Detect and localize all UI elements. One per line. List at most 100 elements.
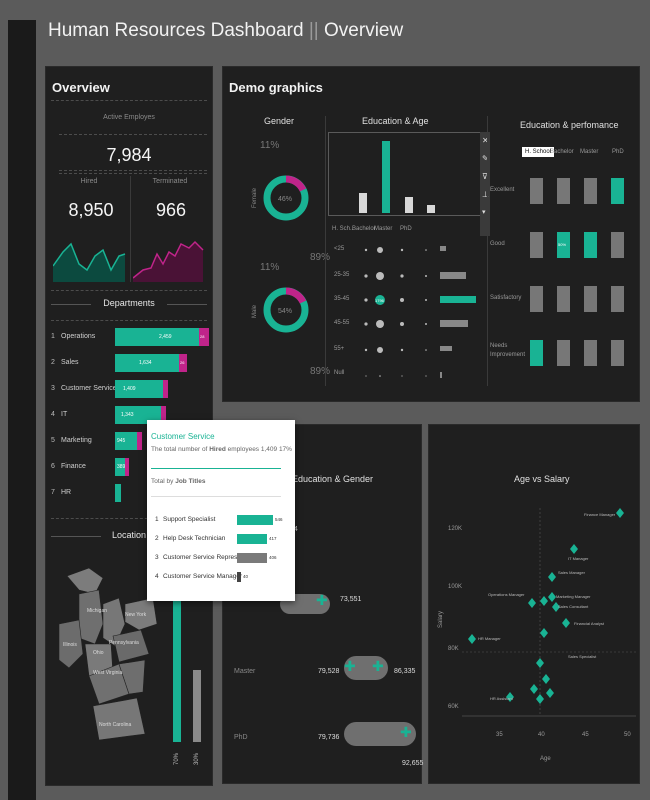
department-rank: 3 <box>51 385 55 392</box>
dumbbell-marker-2a: ✚ <box>344 658 356 674</box>
page-title: Human Resources Dashboard || Overview <box>48 20 404 41</box>
edu-perf-cell[interactable] <box>584 232 597 258</box>
tooltip-job-value: 40 <box>243 574 249 579</box>
edu-age-column-label: Bachelor <box>352 226 376 232</box>
female-right-pct: 89% <box>310 252 330 263</box>
edu-perf-cell[interactable] <box>530 286 543 312</box>
edu-perf-row-label: Needs Improvement <box>490 343 526 358</box>
demographics-title: Demo graphics <box>229 80 323 95</box>
hired-label: Hired <box>80 178 98 185</box>
edu-perf-row-label: Satisfactory <box>490 295 522 301</box>
edu-perf-cell[interactable] <box>584 178 597 204</box>
tooltip-subtitle: Total by Job Titles <box>151 478 206 485</box>
education-age-title: Education & Age <box>362 116 429 126</box>
edu-perf-cell[interactable] <box>557 340 570 366</box>
edu-perf-cell[interactable] <box>530 178 543 204</box>
department-rank: 2 <box>51 359 55 366</box>
x-axis-label: Age <box>540 756 551 762</box>
department-tooltip: Customer Service The total number of Hir… <box>147 420 295 601</box>
edu-perf-cell[interactable] <box>611 178 624 204</box>
department-name: Finance <box>61 463 86 470</box>
label-hr-manager: HR Manager <box>478 636 501 641</box>
department-value: 945 <box>117 438 126 444</box>
tooltip-job-value: 406 <box>269 555 277 560</box>
department-row[interactable]: 1 Operations 2,459 28 <box>51 328 211 346</box>
edu-gender-row2-left: 79,528 <box>318 668 340 675</box>
edu-perf-tab[interactable]: Bachelor <box>550 149 574 155</box>
edu-perf-cell[interactable] <box>530 232 543 258</box>
label-it-manager: IT Manager <box>568 556 589 561</box>
more-icon[interactable]: ▾ <box>482 208 486 216</box>
edu-age-row-label: 25-35 <box>334 272 350 278</box>
tooltip-job-row: 4 Customer Service Manager 40 <box>155 571 291 583</box>
active-employees-label: Active Employes <box>103 114 155 121</box>
y-tick-80k: 80K <box>448 646 459 652</box>
edu-perf-cell[interactable] <box>584 286 597 312</box>
location-map: Michigan New York Illinois Ohio Pennsylv… <box>59 567 158 741</box>
tooltip-job-value: 417 <box>269 536 277 541</box>
hired-value: 8,950 <box>68 200 114 220</box>
department-rank: 5 <box>51 437 55 444</box>
edu-perf-cell[interactable] <box>557 286 570 312</box>
education-age-dot-matrix: 1796 <box>364 246 476 378</box>
department-value: 2,459 <box>159 334 172 340</box>
tooltip-job-bar <box>237 553 267 563</box>
edu-gender-row3-label: PhD <box>234 734 248 741</box>
tooltip-job-value: 546 <box>275 517 283 522</box>
edu-perf-cell[interactable] <box>584 340 597 366</box>
edu-age-column-label: H. Sch.. <box>332 226 354 232</box>
edu-perf-tab[interactable]: Master <box>580 149 598 155</box>
y-tick-120k: 120K <box>448 526 462 532</box>
male-center-pct: 54% <box>278 308 292 315</box>
department-row[interactable]: 3 Customer Service 1,409 <box>51 380 211 398</box>
tooltip-title: Customer Service <box>151 432 215 441</box>
department-name: Marketing <box>61 437 92 444</box>
department-terminated-value: 28 <box>200 334 205 339</box>
label-sales-specialist: Sales Specialist <box>568 654 597 659</box>
label-marketing-manager: Marketing Manager <box>556 594 591 599</box>
education-age-bar-chart[interactable] <box>328 132 482 216</box>
female-axis-label: Female <box>252 187 258 208</box>
x-tick-50: 50 <box>624 732 631 738</box>
department-name: IT <box>61 411 68 418</box>
overview-title: Overview <box>52 80 110 95</box>
edu-perf-cell[interactable] <box>611 232 624 258</box>
edu-perf-cell[interactable] <box>611 340 624 366</box>
tooltip-job-row: 2 Help Desk Technician 417 <box>155 533 291 545</box>
department-name: Customer Service <box>61 385 117 392</box>
age-salary-panel: Age vs Salary 120K 100K 80K 60K 35 40 45… <box>428 424 640 784</box>
tooltip-job-bar <box>237 572 241 582</box>
tooltip-job-name: Help Desk Technician <box>163 535 226 542</box>
female-center-pct: 46% <box>278 196 292 203</box>
tooltip-job-rank: 2 <box>155 535 159 542</box>
location-bar-2-label: 30% <box>194 752 201 766</box>
department-name: HR <box>61 489 72 496</box>
edu-perf-cell[interactable] <box>611 286 624 312</box>
dumbbell-marker-3: ✚ <box>400 724 412 740</box>
terminated-label: Terminated <box>152 178 188 185</box>
y-tick-100k: 100K <box>448 584 462 590</box>
edu-perf-cell-value: 50% <box>558 242 567 247</box>
edu-perf-cell[interactable]: 50% <box>557 232 570 258</box>
department-row[interactable]: 2 Sales 1,634 26 <box>51 354 211 372</box>
edu-perf-tab[interactable]: PhD <box>612 149 624 155</box>
age-salary-scatter: 120K 100K 80K 60K 35 40 45 50 Age Salary <box>438 508 636 762</box>
map-label-pennsylvania: Pennsylvania <box>109 640 139 646</box>
education-gender-title: Education & Gender <box>292 474 374 484</box>
gender-donuts: 11% 46% 89% 11% 54% 89% Female Male <box>252 140 330 377</box>
department-value: 1,343 <box>121 412 134 418</box>
map-label-north-carolina: North Carolina <box>99 722 131 728</box>
edu-age-row-label: 45-55 <box>334 320 350 326</box>
department-value: 389 <box>117 464 126 470</box>
edu-perf-cell[interactable] <box>530 340 543 366</box>
edu-perf-cell[interactable] <box>557 178 570 204</box>
label-hr-assistant: HR Assistant <box>490 696 514 701</box>
male-axis-label: Male <box>252 304 258 318</box>
edu-age-row-label: <25 <box>334 246 345 252</box>
visual-toolbar: ✕ ✎ ⊽ ⊥ ▾ <box>480 132 490 236</box>
department-bar <box>115 328 199 346</box>
gender-title: Gender <box>264 116 295 126</box>
map-label-michigan: Michigan <box>87 608 107 614</box>
edu-age-row-label: 55+ <box>334 346 345 352</box>
tooltip-job-rank: 1 <box>155 516 159 523</box>
